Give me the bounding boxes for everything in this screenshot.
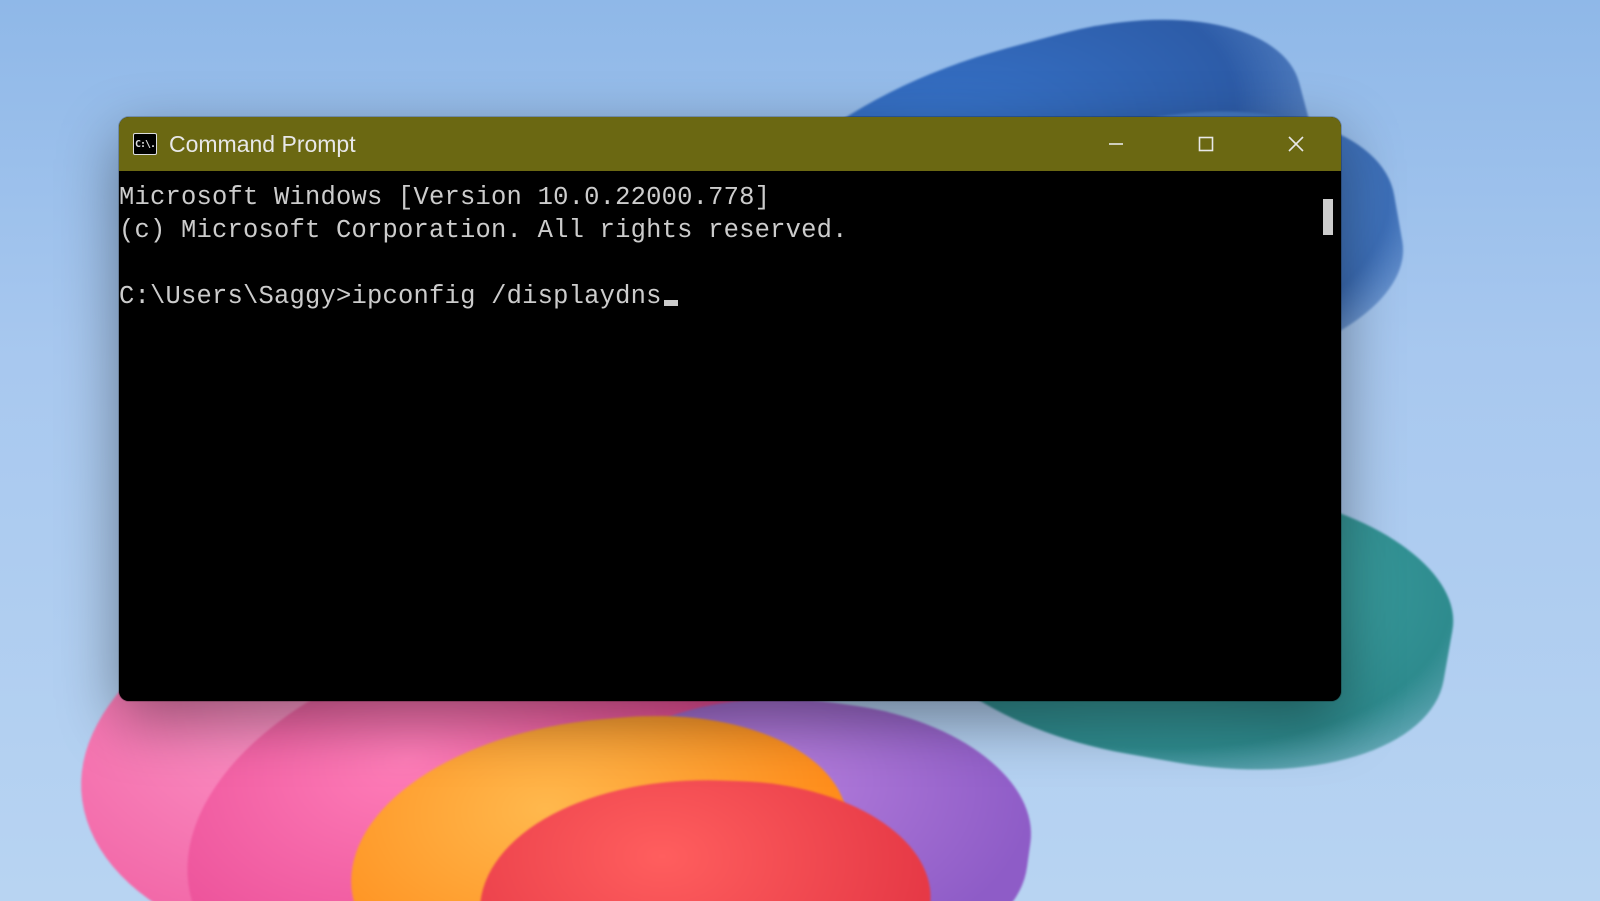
scrollbar-thumb[interactable] (1323, 199, 1333, 235)
minimize-icon (1108, 136, 1124, 152)
minimize-button[interactable] (1071, 117, 1161, 171)
terminal-command-input[interactable]: ipconfig /displaydns (352, 282, 662, 311)
terminal-body[interactable]: Microsoft Windows [Version 10.0.22000.77… (119, 171, 1341, 701)
maximize-icon (1198, 136, 1214, 152)
terminal-prompt-line: C:\Users\Saggy>ipconfig /displaydns (119, 280, 1341, 313)
terminal-banner-line: Microsoft Windows [Version 10.0.22000.77… (119, 181, 1341, 214)
titlebar[interactable]: C:\. Command Prompt (119, 117, 1341, 171)
window-title: Command Prompt (169, 131, 356, 158)
command-prompt-window[interactable]: C:\. Command Prompt Microsoft Wind (119, 117, 1341, 701)
close-button[interactable] (1251, 117, 1341, 171)
command-prompt-icon: C:\. (133, 133, 157, 155)
maximize-button[interactable] (1161, 117, 1251, 171)
window-controls (1071, 117, 1341, 171)
terminal-prompt: C:\Users\Saggy> (119, 282, 352, 311)
terminal-banner-line: (c) Microsoft Corporation. All rights re… (119, 214, 1341, 247)
terminal-cursor (664, 300, 678, 306)
close-icon (1288, 136, 1304, 152)
